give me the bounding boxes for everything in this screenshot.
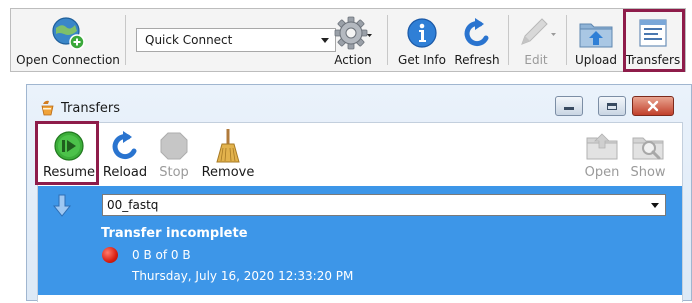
upload-button[interactable]: Upload bbox=[571, 9, 621, 71]
maximize-icon bbox=[607, 102, 617, 110]
open-label: Open bbox=[584, 165, 620, 180]
stop-label: Stop bbox=[159, 165, 189, 180]
reload-button[interactable]: Reload bbox=[102, 125, 148, 183]
transfers-window: Transfers Resume Reload Stop Remove Open… bbox=[26, 84, 692, 303]
refresh-icon bbox=[460, 14, 494, 52]
chevron-down-icon bbox=[321, 38, 329, 43]
transfer-row[interactable]: 00_fastq Transfer incomplete 0 B of 0 B … bbox=[38, 186, 682, 295]
open-connection-label: Open Connection bbox=[16, 53, 120, 67]
transfers-panel: Resume Reload Stop Remove Open Show 00_f… bbox=[37, 122, 683, 303]
action-button[interactable]: Action bbox=[329, 9, 377, 71]
minimize-icon bbox=[564, 107, 574, 110]
maximize-button[interactable] bbox=[598, 96, 626, 116]
red-dot-icon bbox=[102, 247, 118, 263]
list-empty-area bbox=[38, 295, 682, 303]
pencil-icon bbox=[516, 14, 556, 52]
info-icon bbox=[406, 14, 438, 52]
main-toolbar: Open Connection Quick Connect Action Get… bbox=[10, 8, 686, 72]
transfers-app-icon bbox=[39, 99, 57, 117]
open-connection-button[interactable]: Open Connection bbox=[16, 9, 120, 71]
remove-label: Remove bbox=[201, 165, 255, 180]
quick-connect-value: Quick Connect bbox=[145, 33, 233, 47]
folder-open-icon bbox=[585, 128, 619, 164]
quick-connect-dropdown[interactable]: Quick Connect bbox=[136, 28, 336, 52]
reload-icon bbox=[108, 128, 142, 164]
resume-highlight-box bbox=[35, 121, 99, 185]
window-title: Transfers bbox=[61, 101, 121, 116]
transfer-status: Transfer incomplete bbox=[101, 226, 248, 241]
remove-button[interactable]: Remove bbox=[200, 125, 256, 183]
show-label: Show bbox=[630, 165, 666, 180]
transfer-progress: 0 B of 0 B bbox=[132, 248, 191, 262]
transfer-timestamp: Thursday, July 16, 2020 12:33:20 PM bbox=[132, 269, 354, 283]
transfers-highlight-box bbox=[623, 9, 685, 72]
folder-upload-icon bbox=[578, 14, 614, 52]
reload-label: Reload bbox=[102, 165, 148, 180]
get-info-label: Get Info bbox=[398, 53, 446, 67]
upload-label: Upload bbox=[574, 53, 618, 67]
open-button[interactable]: Open bbox=[582, 125, 622, 183]
show-button[interactable]: Show bbox=[628, 125, 668, 183]
chevron-down-icon bbox=[651, 203, 659, 208]
close-button[interactable] bbox=[632, 96, 674, 116]
action-label: Action bbox=[334, 53, 372, 67]
file-select[interactable]: 00_fastq bbox=[102, 194, 666, 216]
toolbar-separator bbox=[125, 15, 126, 65]
stop-button[interactable]: Stop bbox=[156, 125, 192, 183]
toolbar-separator bbox=[566, 15, 567, 65]
close-icon bbox=[647, 100, 659, 112]
toolbar-separator bbox=[387, 15, 388, 65]
refresh-button[interactable]: Refresh bbox=[451, 9, 503, 71]
download-arrow-icon bbox=[52, 194, 72, 221]
refresh-label: Refresh bbox=[454, 53, 500, 67]
file-name: 00_fastq bbox=[107, 198, 159, 212]
edit-label: Edit bbox=[524, 53, 548, 67]
minimize-button[interactable] bbox=[555, 96, 583, 116]
gear-icon bbox=[333, 14, 373, 52]
magnifier-icon bbox=[631, 128, 665, 164]
edit-button[interactable]: Edit bbox=[511, 9, 561, 71]
get-info-button[interactable]: Get Info bbox=[395, 9, 449, 71]
globe-plus-icon bbox=[50, 14, 86, 52]
broom-icon bbox=[213, 128, 243, 164]
toolbar-separator bbox=[508, 15, 509, 65]
stop-icon bbox=[158, 128, 190, 164]
